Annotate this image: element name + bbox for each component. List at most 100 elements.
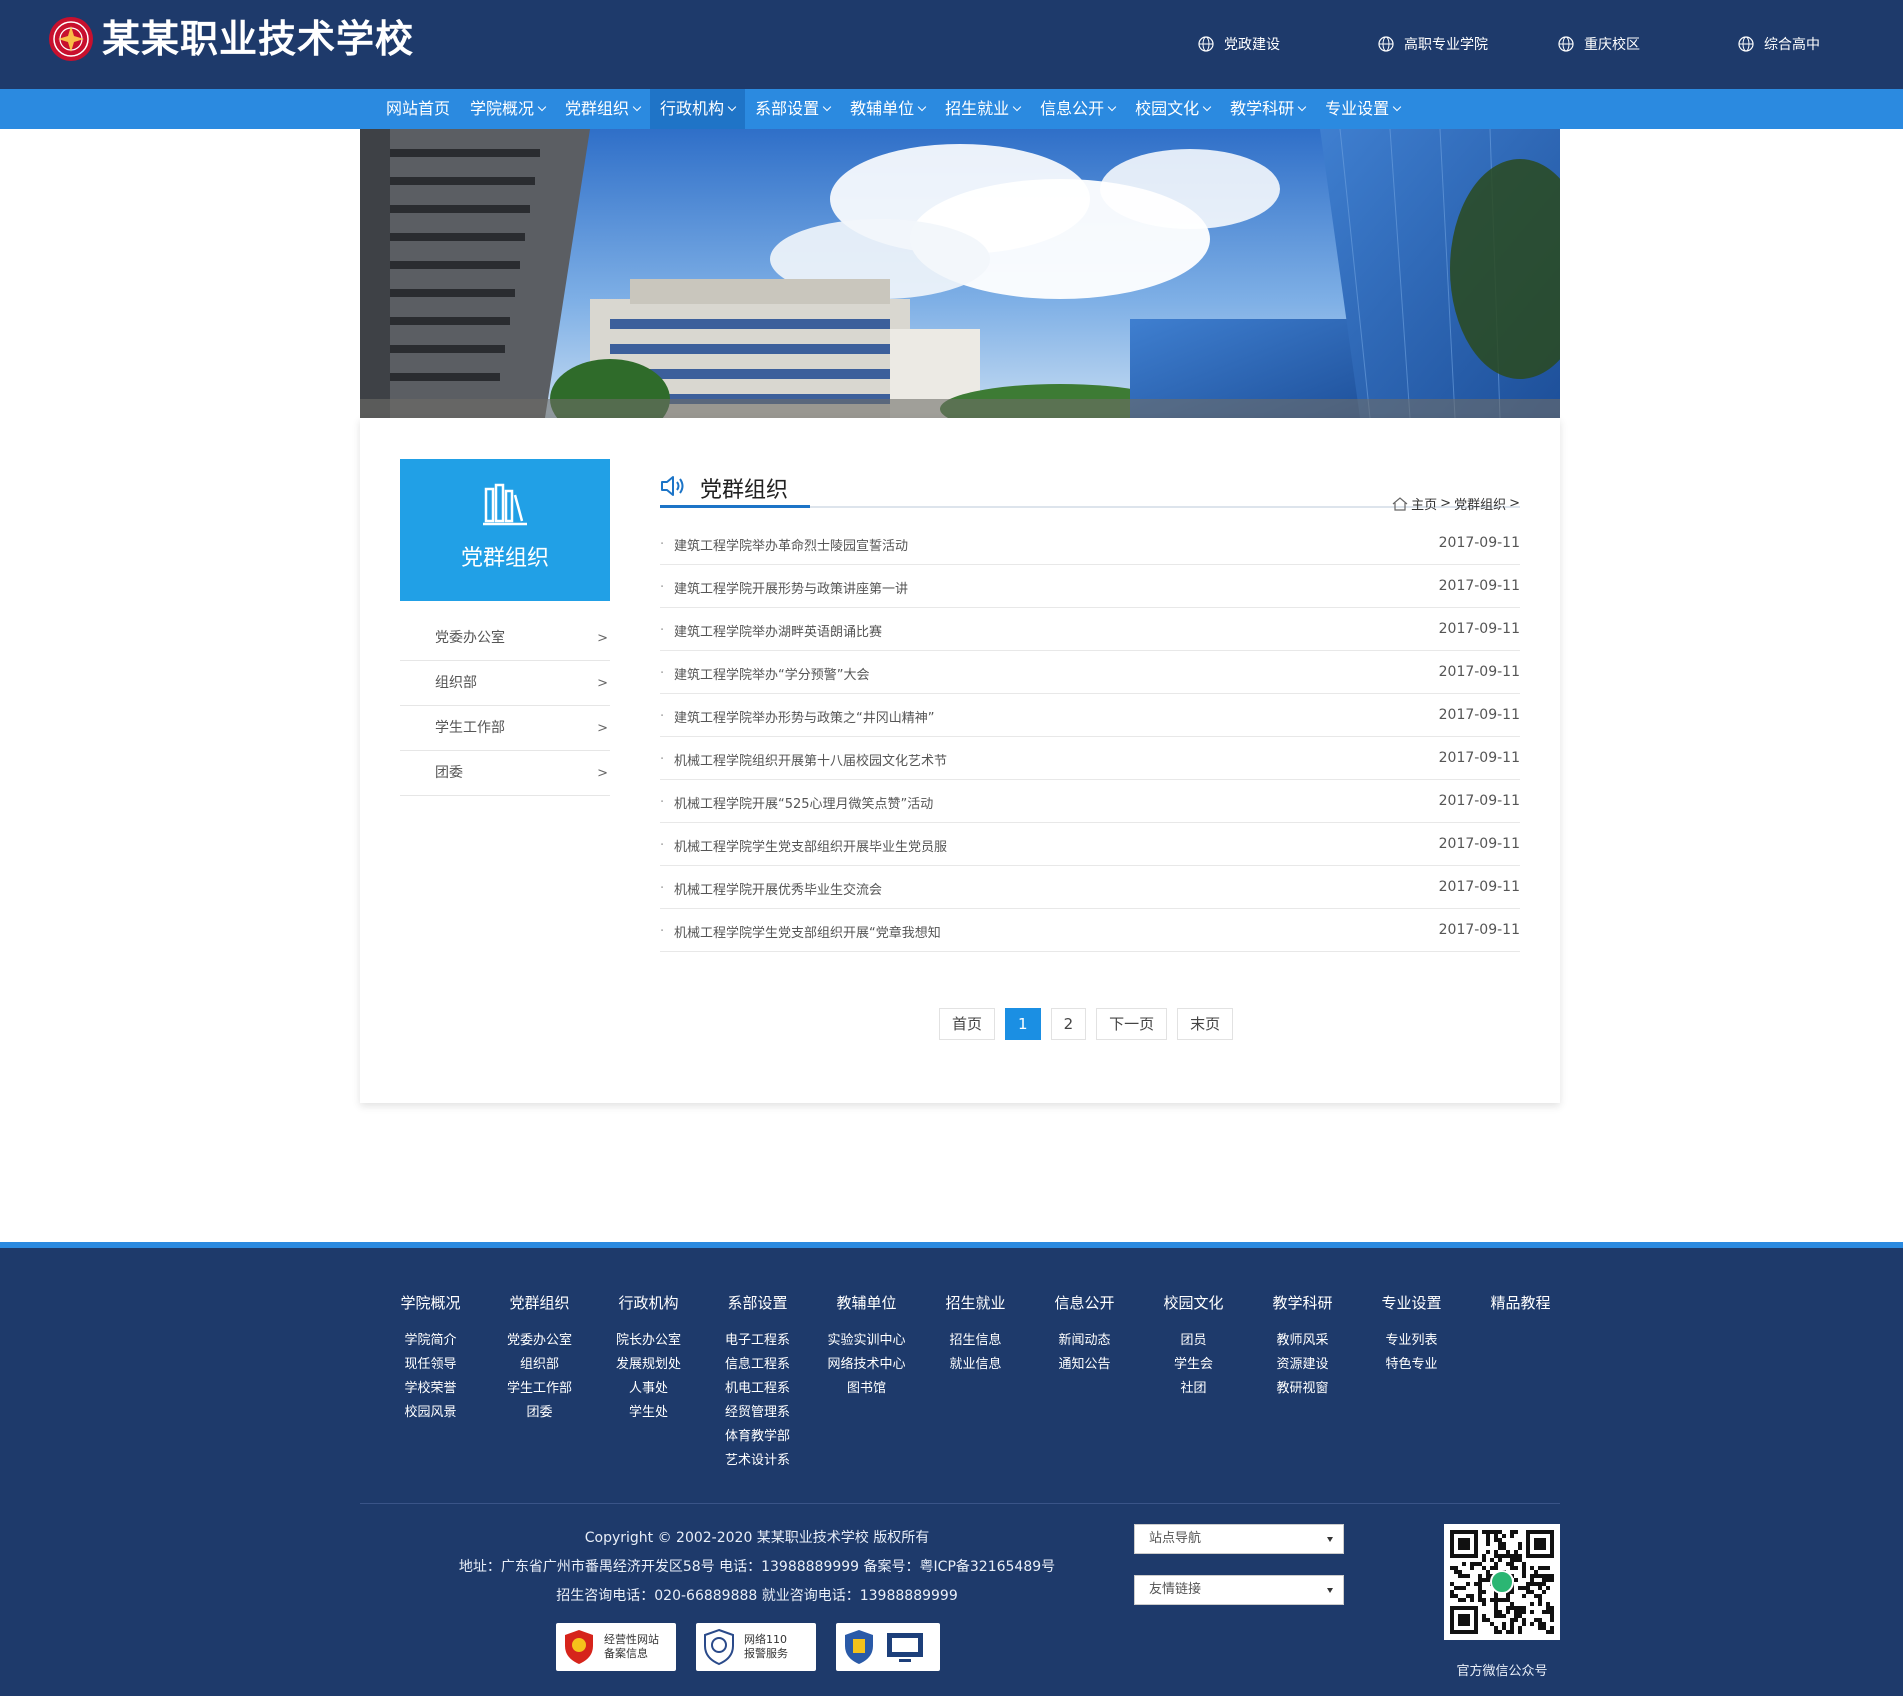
footer-link[interactable]: 体育教学部 xyxy=(703,1425,812,1449)
footer-link[interactable]: 现任领导 xyxy=(376,1353,485,1377)
nav-item-departments[interactable]: 系部设置 xyxy=(745,89,840,129)
sidebar-item-youth-league[interactable]: 团委 > xyxy=(400,751,610,796)
police-110-badge[interactable]: 网络110 报警服务 xyxy=(696,1623,816,1671)
footer-link[interactable]: 特色专业 xyxy=(1357,1353,1466,1377)
article-title[interactable]: 建筑工程学院开展形势与政策讲座第一讲 xyxy=(674,578,908,597)
footer-link[interactable]: 招生信息 xyxy=(921,1329,1030,1353)
footer-link[interactable]: 教研视窗 xyxy=(1248,1377,1357,1401)
article-title[interactable]: 机械工程学院学生党支部组织开展毕业生党员服 xyxy=(674,836,947,855)
article-title[interactable]: 机械工程学院开展“525心理月微笑点赞”活动 xyxy=(674,793,933,812)
footer-link[interactable]: 经贸管理系 xyxy=(703,1401,812,1425)
footer-link[interactable]: 机电工程系 xyxy=(703,1377,812,1401)
sidebar-item-label: 党委办公室 xyxy=(435,630,505,646)
footer-link[interactable]: 信息工程系 xyxy=(703,1353,812,1377)
footer-link[interactable]: 组织部 xyxy=(485,1353,594,1377)
footer-column-heading[interactable]: 专业设置 xyxy=(1357,1292,1466,1313)
page-next-button[interactable]: 下一页 xyxy=(1096,1008,1168,1040)
article-title[interactable]: 机械工程学院开展优秀毕业生交流会 xyxy=(674,879,882,898)
page-1-button[interactable]: 1 xyxy=(1005,1008,1041,1040)
footer-column-heading[interactable]: 招生就业 xyxy=(921,1292,1030,1313)
footer-link[interactable]: 发展规划处 xyxy=(594,1353,703,1377)
footer-column-heading[interactable]: 信息公开 xyxy=(1030,1292,1139,1313)
footer-link[interactable]: 新闻动态 xyxy=(1030,1329,1139,1353)
nav-item-party[interactable]: 党群组织 xyxy=(555,89,650,129)
footer-link[interactable]: 党委办公室 xyxy=(485,1329,594,1353)
breadcrumb-current[interactable]: 党群组织 xyxy=(1454,494,1506,513)
article-row[interactable]: · 建筑工程学院举办“学分预警”大会 2017-09-11 xyxy=(660,651,1520,694)
top-link-highschool[interactable]: 综合高中 xyxy=(1738,34,1903,54)
school-logo[interactable]: 某某职业技术学校 xyxy=(48,16,414,62)
nav-item-overview[interactable]: 学院概况 xyxy=(460,89,555,129)
article-row[interactable]: · 建筑工程学院开展形势与政策讲座第一讲 2017-09-11 xyxy=(660,565,1520,608)
footer-link[interactable]: 学生会 xyxy=(1139,1353,1248,1377)
footer-link[interactable]: 学生处 xyxy=(594,1401,703,1425)
nav-item-research[interactable]: 教学科研 xyxy=(1220,89,1315,129)
article-title[interactable]: 建筑工程学院举办革命烈士陵园宣誓活动 xyxy=(674,535,908,554)
friendly-links-select[interactable]: 友情链接 xyxy=(1134,1575,1344,1605)
footer-link[interactable]: 图书馆 xyxy=(812,1377,921,1401)
article-row[interactable]: · 建筑工程学院举办形势与政策之“井冈山精神” 2017-09-11 xyxy=(660,694,1520,737)
nav-item-culture[interactable]: 校园文化 xyxy=(1125,89,1220,129)
article-row[interactable]: · 机械工程学院学生党支部组织开展“党章我想知 2017-09-11 xyxy=(660,909,1520,952)
footer-link[interactable]: 网络技术中心 xyxy=(812,1353,921,1377)
footer-link[interactable]: 学生工作部 xyxy=(485,1377,594,1401)
article-title[interactable]: 建筑工程学院举办湖畔英语朗诵比赛 xyxy=(674,621,882,640)
footer-link[interactable]: 人事处 xyxy=(594,1377,703,1401)
article-title[interactable]: 机械工程学院组织开展第十八届校园文化艺术节 xyxy=(674,750,947,769)
footer-column-heading[interactable]: 党群组织 xyxy=(485,1292,594,1313)
sidebar-item-student-affairs[interactable]: 学生工作部 > xyxy=(400,706,610,751)
footer-link[interactable]: 教师风采 xyxy=(1248,1329,1357,1353)
article-row[interactable]: · 建筑工程学院举办革命烈士陵园宣誓活动 2017-09-11 xyxy=(660,522,1520,565)
badge-line2: 备案信息 xyxy=(604,1647,648,1660)
footer-column-heading[interactable]: 学院概况 xyxy=(376,1292,485,1313)
footer-link[interactable]: 电子工程系 xyxy=(703,1329,812,1353)
website-filing-badge[interactable]: 经营性网站 备案信息 xyxy=(556,1623,676,1671)
footer-link[interactable]: 团委 xyxy=(485,1401,594,1425)
article-row[interactable]: · 机械工程学院学生党支部组织开展毕业生党员服 2017-09-11 xyxy=(660,823,1520,866)
nav-item-info[interactable]: 信息公开 xyxy=(1030,89,1125,129)
footer-column-heading[interactable]: 精品教程 xyxy=(1466,1292,1575,1313)
footer-column-heading[interactable]: 教学科研 xyxy=(1248,1292,1357,1313)
footer-link[interactable]: 艺术设计系 xyxy=(703,1449,812,1473)
article-row[interactable]: · 机械工程学院开展“525心理月微笑点赞”活动 2017-09-11 xyxy=(660,780,1520,823)
nav-item-home[interactable]: 网站首页 xyxy=(376,89,460,129)
footer-column-heading[interactable]: 系部设置 xyxy=(703,1292,812,1313)
article-title[interactable]: 建筑工程学院举办形势与政策之“井冈山精神” xyxy=(674,707,934,726)
nav-label: 系部设置 xyxy=(755,99,820,118)
nav-item-majors[interactable]: 专业设置 xyxy=(1315,89,1410,129)
site-nav-select[interactable]: 站点导航 xyxy=(1134,1524,1344,1554)
page-first-button[interactable]: 首页 xyxy=(939,1008,996,1040)
footer-link[interactable]: 实验实训中心 xyxy=(812,1329,921,1353)
footer-link[interactable]: 团员 xyxy=(1139,1329,1248,1353)
page-last-button[interactable]: 末页 xyxy=(1177,1008,1234,1040)
footer-link[interactable]: 通知公告 xyxy=(1030,1353,1139,1377)
article-title[interactable]: 建筑工程学院举办“学分预警”大会 xyxy=(674,664,869,683)
footer-link[interactable]: 学校荣誉 xyxy=(376,1377,485,1401)
article-title[interactable]: 机械工程学院学生党支部组织开展“党章我想知 xyxy=(674,922,941,941)
footer-link[interactable]: 学院简介 xyxy=(376,1329,485,1353)
footer-badges: 经营性网站 备案信息 网络110 报警服务 xyxy=(556,1623,960,1671)
article-row[interactable]: · 机械工程学院组织开展第十八届校园文化艺术节 2017-09-11 xyxy=(660,737,1520,780)
article-row[interactable]: · 机械工程学院开展优秀毕业生交流会 2017-09-11 xyxy=(660,866,1520,909)
top-link-vocational[interactable]: 高职专业学院 xyxy=(1378,34,1558,54)
footer-column-heading[interactable]: 教辅单位 xyxy=(812,1292,921,1313)
top-link-chongqing[interactable]: 重庆校区 xyxy=(1558,34,1738,54)
nav-item-support[interactable]: 教辅单位 xyxy=(840,89,935,129)
page-2-button[interactable]: 2 xyxy=(1050,1008,1087,1040)
gov-filing-badge[interactable] xyxy=(836,1623,940,1671)
top-link-party[interactable]: 党政建设 xyxy=(1198,34,1378,54)
sidebar-item-party-office[interactable]: 党委办公室 > xyxy=(400,616,610,661)
article-row[interactable]: · 建筑工程学院举办湖畔英语朗诵比赛 2017-09-11 xyxy=(660,608,1520,651)
footer-link[interactable]: 社团 xyxy=(1139,1377,1248,1401)
nav-item-admin[interactable]: 行政机构 xyxy=(650,89,746,129)
breadcrumb-home[interactable]: 主页 xyxy=(1411,494,1437,513)
nav-item-admission[interactable]: 招生就业 xyxy=(935,89,1030,129)
footer-column-heading[interactable]: 行政机构 xyxy=(594,1292,703,1313)
sidebar-item-organization[interactable]: 组织部 > xyxy=(400,661,610,706)
footer-link[interactable]: 就业信息 xyxy=(921,1353,1030,1377)
footer-link[interactable]: 校园风景 xyxy=(376,1401,485,1425)
footer-link[interactable]: 专业列表 xyxy=(1357,1329,1466,1353)
footer-column-heading[interactable]: 校园文化 xyxy=(1139,1292,1248,1313)
footer-link[interactable]: 院长办公室 xyxy=(594,1329,703,1353)
footer-link[interactable]: 资源建设 xyxy=(1248,1353,1357,1377)
